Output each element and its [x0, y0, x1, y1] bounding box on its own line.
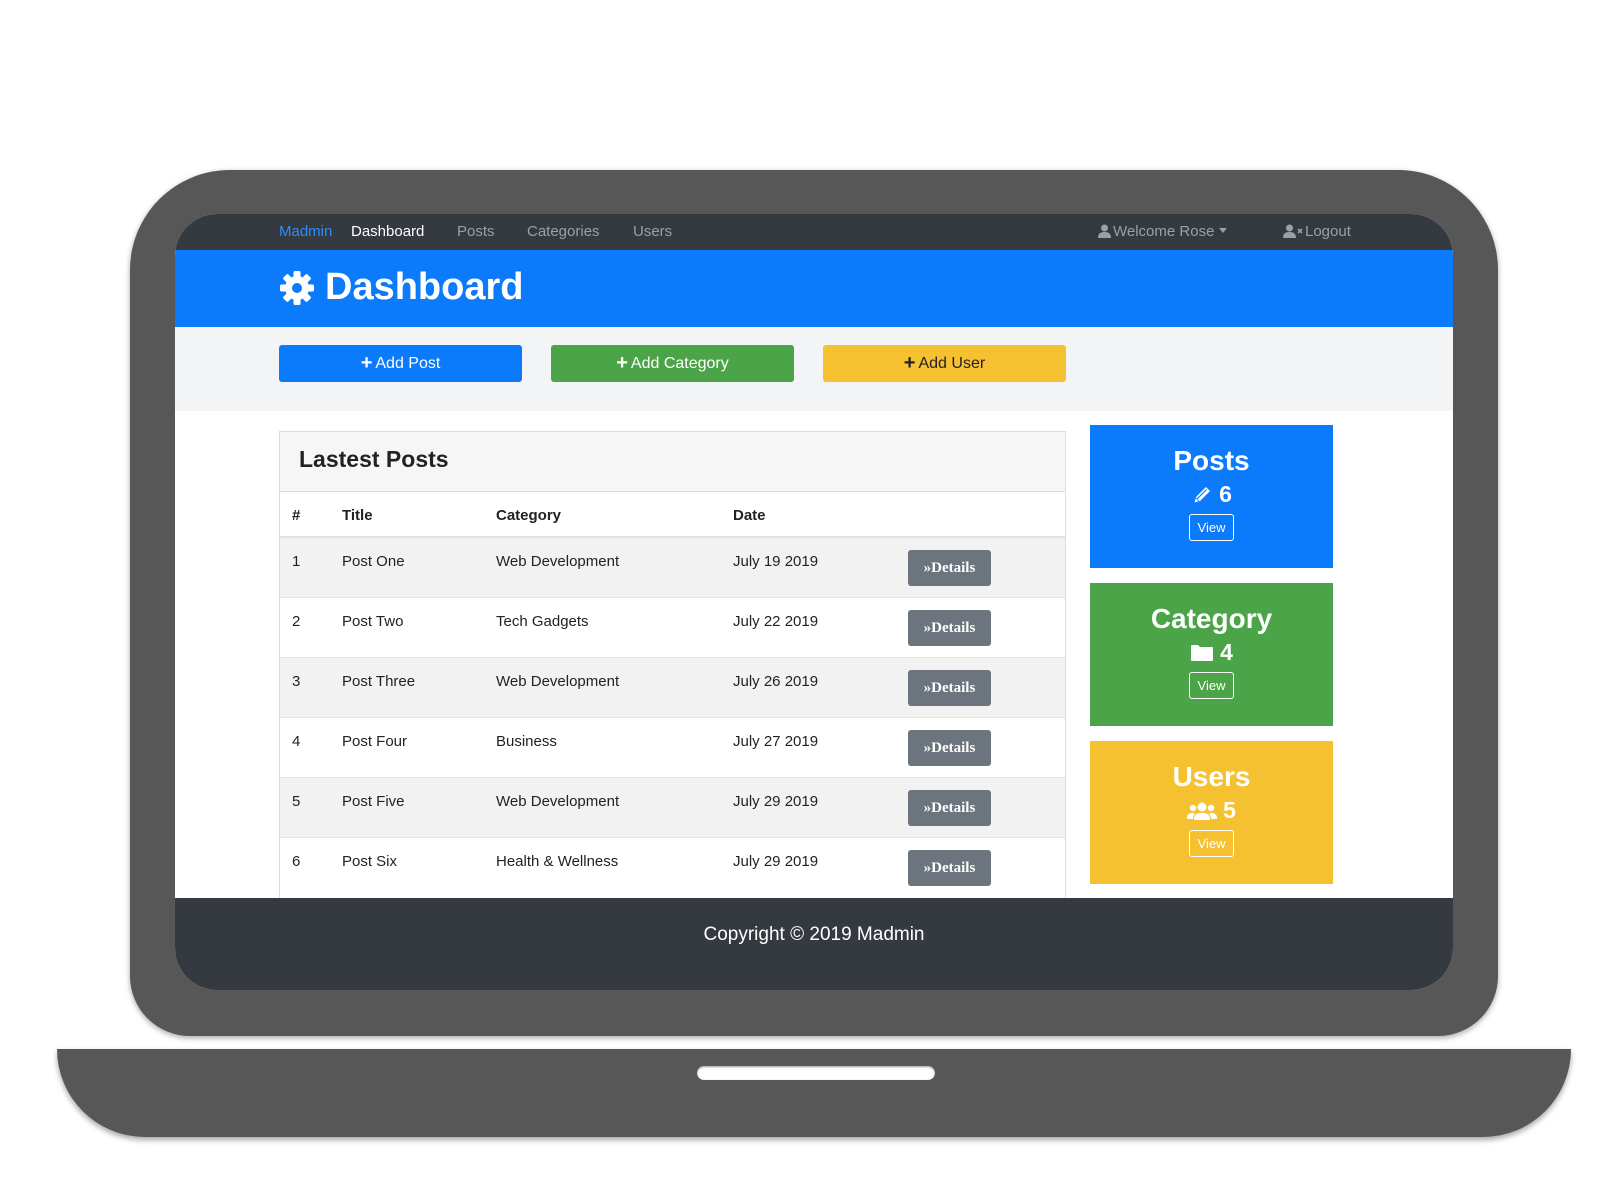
details-button[interactable]: »Details	[908, 729, 991, 766]
row-date: July 29 2019	[733, 776, 908, 837]
row-date: July 26 2019	[733, 656, 908, 717]
column-header-actions	[908, 492, 1065, 538]
welcome-label: Welcome Rose	[1113, 223, 1215, 240]
action-bar: + Add Post + Add Category + Add User	[175, 327, 1453, 411]
row-number: 1	[280, 536, 342, 597]
row-category: Health & Wellness	[496, 836, 733, 897]
column-header-date: Date	[733, 492, 908, 538]
add-user-label: Add User	[918, 355, 986, 372]
top-navbar: Madmin Dashboard Posts Categories Users …	[175, 214, 1453, 250]
row-date: July 27 2019	[733, 716, 908, 777]
plus-icon: +	[616, 352, 628, 374]
posts-count: 6	[1219, 481, 1232, 507]
nav-link-users[interactable]: Users	[633, 223, 672, 240]
row-title: Post Five	[342, 776, 496, 837]
add-category-label: Add Category	[630, 355, 729, 372]
row-category: Web Development	[496, 776, 733, 837]
table-row: 2 Post Two Tech Gadgets July 22 2019 »De…	[280, 596, 1065, 657]
row-date: July 22 2019	[733, 596, 908, 657]
add-user-button[interactable]: + Add User	[823, 345, 1066, 382]
user-icon	[1098, 224, 1111, 238]
row-category: Tech Gadgets	[496, 596, 733, 657]
latest-posts-panel: Lastest Posts # Title Category Date 1 Po…	[279, 431, 1066, 901]
row-title: Post Two	[342, 596, 496, 657]
table-header-row: # Title Category Date	[280, 492, 1065, 538]
logout-label: Logout	[1305, 223, 1351, 240]
plus-icon: +	[360, 352, 373, 374]
row-category: Web Development	[496, 656, 733, 717]
row-date: July 29 2019	[733, 836, 908, 897]
add-post-button[interactable]: + Add Post	[279, 345, 522, 382]
category-count: 4	[1220, 639, 1233, 665]
user-times-icon	[1283, 224, 1303, 238]
logout-link[interactable]: Logout	[1283, 223, 1351, 240]
posts-card-title: Posts	[1173, 445, 1250, 476]
row-title: Post Three	[342, 656, 496, 717]
row-number: 5	[280, 776, 342, 837]
copyright-text: Copyright © 2019 Madmin	[703, 924, 925, 945]
details-button[interactable]: »Details	[908, 849, 991, 886]
details-button[interactable]: »Details	[908, 550, 991, 586]
row-number: 2	[280, 596, 342, 657]
laptop-base	[57, 1049, 1571, 1137]
brand-link[interactable]: Madmin	[279, 223, 332, 240]
row-category: Business	[496, 716, 733, 777]
nav-link-categories[interactable]: Categories	[527, 223, 600, 240]
row-category: Web Development	[496, 536, 733, 597]
row-number: 6	[280, 836, 342, 897]
table-row: 3 Post Three Web Development July 26 201…	[280, 656, 1065, 717]
nav-link-dashboard[interactable]: Dashboard	[351, 223, 424, 240]
row-number: 3	[280, 656, 342, 717]
page-header: Dashboard	[175, 250, 1453, 327]
users-stat-card: Users 5 View	[1090, 741, 1333, 884]
details-button[interactable]: »Details	[908, 669, 991, 706]
details-button[interactable]: »Details	[908, 609, 991, 646]
users-card-title: Users	[1172, 761, 1251, 792]
view-users-button[interactable]: View	[1188, 830, 1235, 857]
row-title: Post Six	[342, 836, 496, 897]
folder-icon	[1191, 644, 1214, 661]
column-header-title: Title	[342, 492, 496, 538]
laptop-notch	[697, 1066, 935, 1080]
category-card-title: Category	[1150, 603, 1273, 634]
page-title: Dashboard	[325, 266, 524, 308]
row-title: Post One	[342, 536, 496, 597]
welcome-user-dropdown[interactable]: Welcome Rose	[1098, 223, 1228, 240]
plus-icon: +	[903, 352, 916, 374]
posts-stat-card: Posts 6 View	[1090, 425, 1333, 568]
users-icon	[1187, 802, 1218, 820]
caret-down-icon	[1219, 228, 1228, 233]
column-header-category: Category	[496, 492, 733, 538]
details-button[interactable]: »Details	[908, 789, 991, 826]
column-header-number: #	[280, 492, 342, 538]
footer: Copyright © 2019 Madmin	[175, 898, 1453, 990]
view-posts-button[interactable]: View	[1188, 514, 1235, 541]
table-row: 4 Post Four Business July 27 2019 »Detai…	[280, 716, 1065, 777]
table-row: 1 Post One Web Development July 19 2019 …	[280, 536, 1065, 597]
row-title: Post Four	[342, 716, 496, 777]
table-row: 5 Post Five Web Development July 29 2019…	[280, 776, 1065, 837]
users-count: 5	[1223, 797, 1236, 823]
pencil-icon	[1193, 486, 1211, 504]
row-number: 4	[280, 716, 342, 777]
add-category-button[interactable]: + Add Category	[551, 345, 794, 382]
row-date: July 19 2019	[733, 536, 908, 597]
gear-icon	[280, 271, 314, 305]
laptop-screen: Madmin Dashboard Posts Categories Users …	[175, 214, 1453, 990]
latest-posts-title: Lastest Posts	[280, 432, 1065, 492]
table-row: 6 Post Six Health & Wellness July 29 201…	[280, 836, 1065, 897]
posts-table: # Title Category Date 1 Post One Web Dev…	[280, 492, 1065, 897]
category-stat-card: Category 4 View	[1090, 583, 1333, 726]
nav-link-posts[interactable]: Posts	[457, 223, 495, 240]
add-post-label: Add Post	[375, 355, 441, 372]
view-category-button[interactable]: View	[1188, 672, 1235, 699]
